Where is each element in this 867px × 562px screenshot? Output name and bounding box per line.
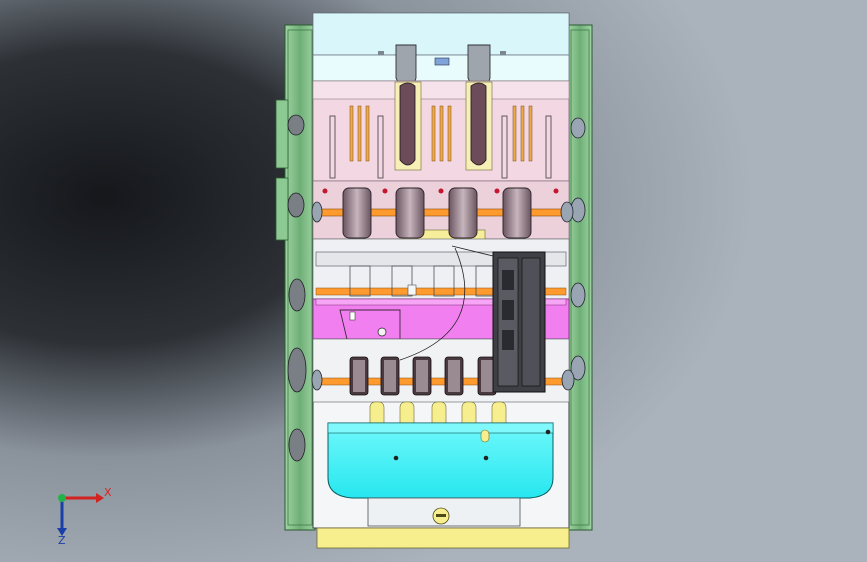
y-axis-dot — [58, 494, 66, 502]
upper-shaft — [311, 180, 574, 247]
top-cover — [312, 12, 570, 82]
cad-3d-viewport[interactable]: X Z — [0, 0, 867, 562]
x-axis-arrow-head — [96, 493, 104, 503]
right-side-plate — [567, 24, 593, 531]
axis-triad: X Z — [57, 486, 112, 547]
z-axis-label: Z — [58, 534, 66, 547]
cyan-base-block — [327, 422, 554, 499]
x-axis-label: X — [104, 486, 112, 499]
assembly-drawing[interactable] — [0, 0, 867, 562]
upper-cam-section — [312, 80, 570, 182]
